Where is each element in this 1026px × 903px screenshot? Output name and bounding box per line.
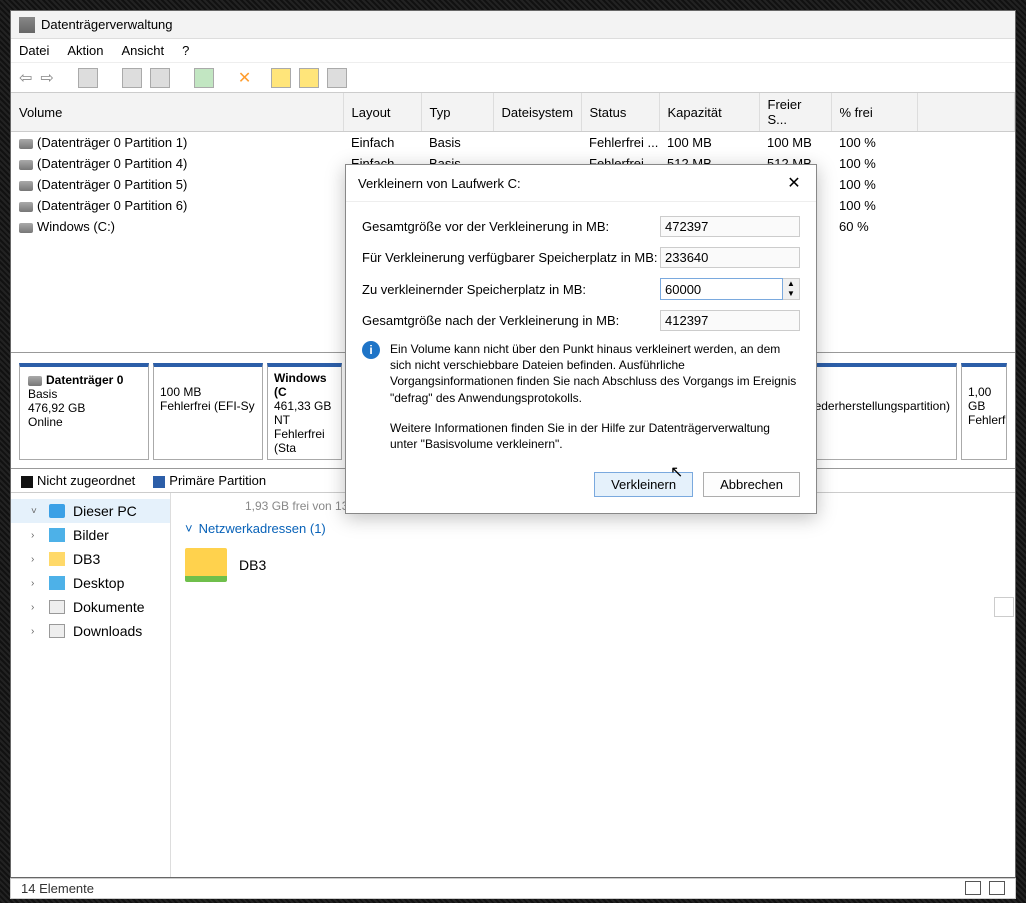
menu-view[interactable]: Ansicht [122,43,165,58]
partition-c[interactable]: Windows (C 461,33 GB NT Fehlerfrei (Sta [267,363,342,460]
menubar: Datei Aktion Ansicht ? [11,39,1015,63]
status-bar: 14 Elemente [10,878,1016,899]
close-icon[interactable]: ✕ [784,173,804,193]
col-volume[interactable]: Volume [11,93,343,132]
nav-tree: ˅Dieser PC ›Bilder ›DB3 ›Desktop ›Dokume… [11,493,171,877]
lbl-available: Für Verkleinerung verfügbarer Speicherpl… [362,250,660,265]
toolbar-btn-6[interactable] [271,68,291,88]
toolbar-btn-5[interactable]: ✕ [238,68,251,88]
network-item-db3[interactable]: DB3 [185,548,1001,582]
titlebar[interactable]: Datenträgerverwaltung [11,11,1015,39]
p1-size: 100 MB [160,385,201,399]
nav-pictures[interactable]: ›Bilder [11,523,170,547]
disk-name: Datenträger 0 [46,373,123,387]
group-label: Netzwerkadressen (1) [199,521,326,536]
dialog-title: Verkleinern von Laufwerk C: [358,176,521,191]
cancel-button[interactable]: Abbrechen [703,472,800,497]
menu-action[interactable]: Aktion [67,43,103,58]
p1-state: Fehlerfrei (EFI-Sy [160,399,255,413]
nav-doc-label: Dokumente [73,599,145,615]
p2-state: Fehlerfrei (Sta [274,427,325,455]
partition-1[interactable]: 100 MB Fehlerfrei (EFI-Sy [153,363,263,460]
group-header[interactable]: ˅Netzwerkadressen (1) [185,521,1001,536]
nav-downloads[interactable]: ›Downloads [11,619,170,643]
col-free[interactable]: Freier S... [759,93,831,132]
val-total-after: 412397 [660,310,800,331]
p4-state: Fehlerfr [968,413,1007,427]
nav-this-pc[interactable]: ˅Dieser PC [11,499,170,523]
val-available: 233640 [660,247,800,268]
spin-up[interactable]: ▲ [783,279,799,289]
menu-file[interactable]: Datei [19,43,49,58]
toolbar-btn-3[interactable] [150,68,170,88]
nav-desktop-label: Desktop [73,575,124,591]
more-text: Weitere Informationen finden Sie in der … [362,420,800,452]
lbl-total-after: Gesamtgröße nach der Verkleinerung in MB… [362,313,660,328]
col-status[interactable]: Status [581,93,659,132]
nav-pic-label: Bilder [73,527,109,543]
nav-documents[interactable]: ›Dokumente [11,595,170,619]
legend-unalloc: Nicht zugeordnet [37,473,135,488]
p4-size: 1,00 GB [968,385,991,413]
info-icon: i [362,341,380,359]
legend-primary: Primäre Partition [169,473,266,488]
lbl-shrink-amount: Zu verkleinernder Speicherplatz in MB: [362,282,660,297]
nav-dl-label: Downloads [73,623,142,639]
shrink-amount-input[interactable] [660,278,783,300]
nav-desktop[interactable]: ›Desktop [11,571,170,595]
network-folder-icon [185,548,227,582]
val-total-before: 472397 [660,216,800,237]
view-details-icon[interactable] [965,881,981,895]
download-icon [49,624,65,638]
toolbar-btn-2[interactable] [122,68,142,88]
disk-header[interactable]: Datenträger 0 Basis 476,92 GB Online [19,363,149,460]
col-fs[interactable]: Dateisystem [493,93,581,132]
toolbar-btn-1[interactable] [78,68,98,88]
info-text: Ein Volume kann nicht über den Punkt hin… [390,341,800,406]
p3-state: /iederherstellungspartition) [809,399,950,413]
p2-size: 461,33 GB NT [274,399,331,427]
partition-4[interactable]: 1,00 GB Fehlerfr [961,363,1007,460]
shrink-dialog: Verkleinern von Laufwerk C: ✕ Gesamtgröß… [345,164,817,514]
col-cap[interactable]: Kapazität [659,93,759,132]
spin-down[interactable]: ▼ [783,289,799,299]
network-item-label: DB3 [239,557,266,573]
disk-size: 476,92 GB [28,401,85,415]
col-layout[interactable]: Layout [343,93,421,132]
toolbar: ⇦ ⇨ ✕ [11,63,1015,93]
menu-help[interactable]: ? [182,43,189,58]
shrink-button[interactable]: Verkleinern [594,472,693,497]
disk-state: Online [28,415,63,429]
nav-db3-label: DB3 [73,551,100,567]
explorer-pane: ˅Dieser PC ›Bilder ›DB3 ›Desktop ›Dokume… [11,493,1015,877]
table-row[interactable]: (Datenträger 0 Partition 1)EinfachBasisF… [11,132,1015,154]
nav-pc-label: Dieser PC [73,503,137,519]
nav-db3[interactable]: ›DB3 [11,547,170,571]
toolbar-btn-8[interactable] [327,68,347,88]
scroll-corner[interactable] [994,597,1014,617]
window-title: Datenträgerverwaltung [41,17,173,32]
legend-primary-icon [153,476,165,488]
forward-icon[interactable]: ⇨ [40,68,53,88]
view-large-icon[interactable] [989,881,1005,895]
app-icon [19,17,35,33]
toolbar-btn-7[interactable] [299,68,319,88]
disk-type: Basis [28,387,57,401]
status-text: 14 Elemente [21,881,94,896]
back-icon[interactable]: ⇦ [19,68,32,88]
toolbar-btn-4[interactable] [194,68,214,88]
col-pct[interactable]: % frei [831,93,917,132]
col-type[interactable]: Typ [421,93,493,132]
explorer-content: 1,93 GB frei von 13,5 GB ˅Netzwerkadress… [171,493,1015,877]
lbl-total-before: Gesamtgröße vor der Verkleinerung in MB: [362,219,660,234]
legend-unalloc-icon [21,476,33,488]
p2-name: Windows (C [274,371,327,399]
